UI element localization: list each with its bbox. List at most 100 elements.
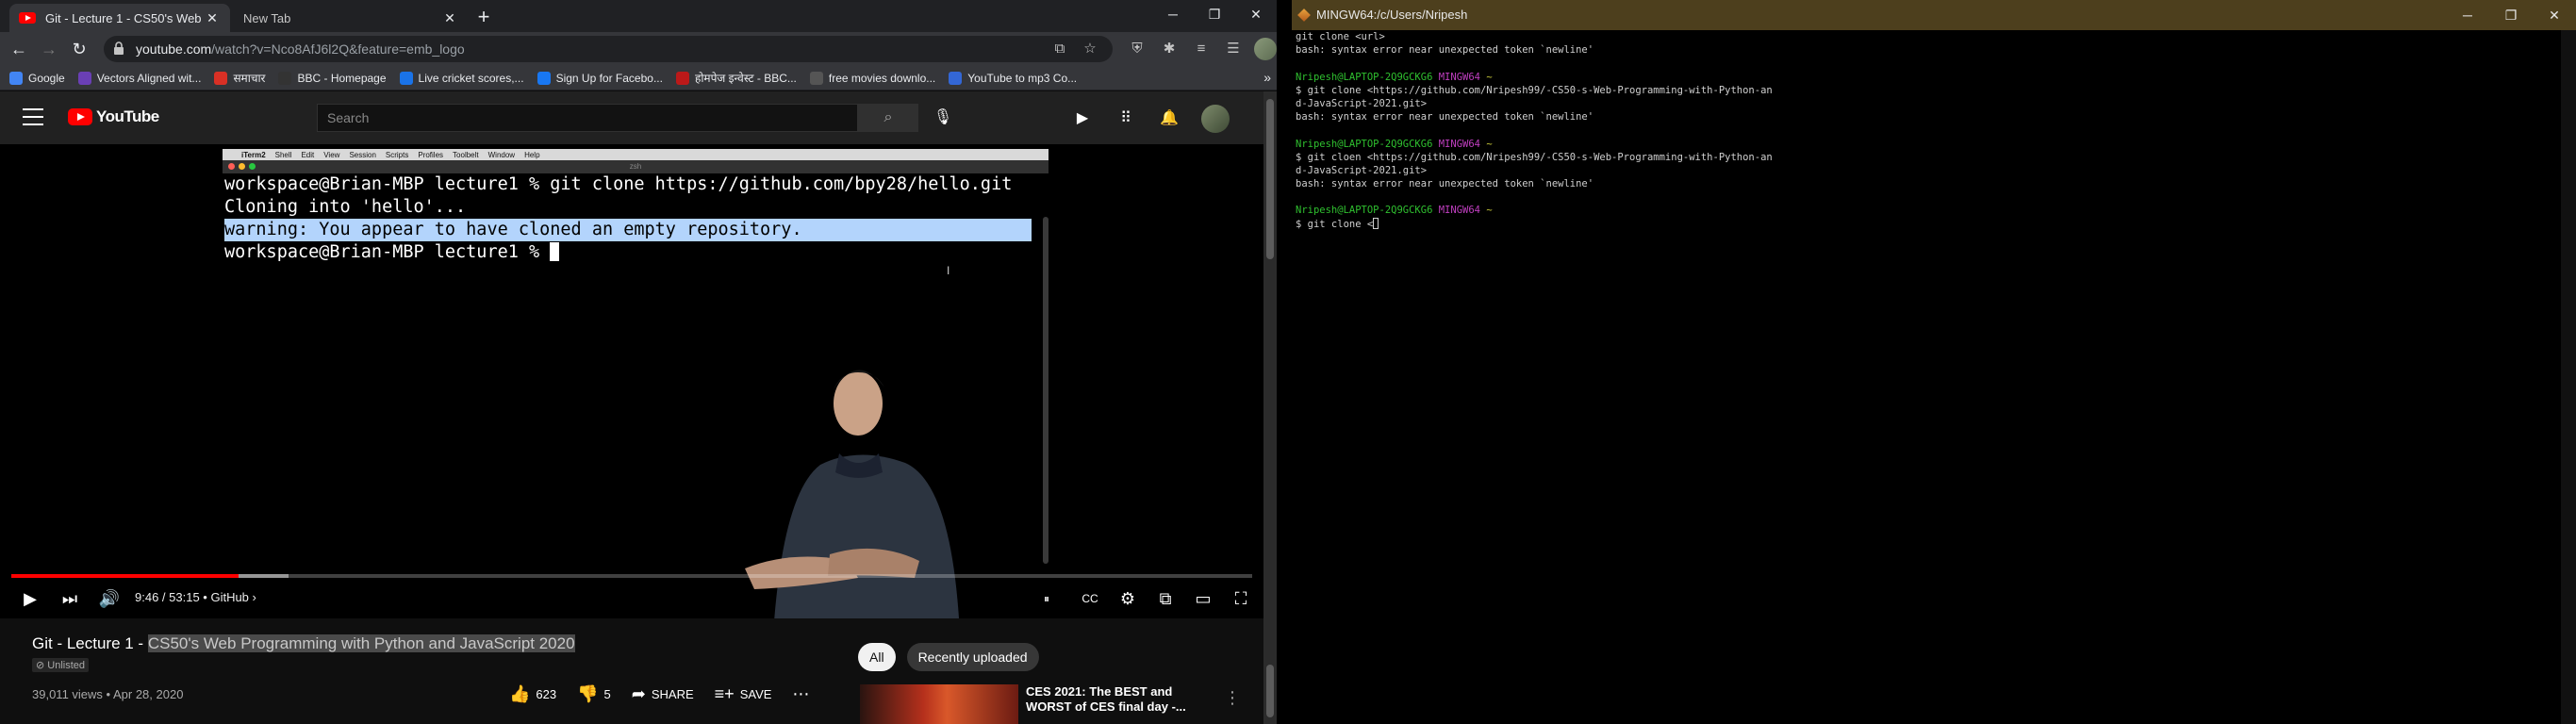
bookmarks-overflow-icon[interactable]: » — [1263, 70, 1271, 85]
save-button[interactable]: ≡+ SAVE — [715, 684, 772, 704]
next-video-icon[interactable]: ⏭ — [58, 587, 81, 610]
terminal-line: $ git clone < — [1296, 217, 2559, 231]
forward-icon[interactable]: → — [38, 38, 60, 60]
hamburger-menu-icon[interactable] — [23, 108, 43, 125]
back-icon[interactable]: ← — [8, 38, 30, 60]
omnibox-actions: ⧉ ☆ — [1050, 40, 1099, 58]
thumbs-down-icon: 👎 — [577, 684, 599, 703]
bookmark-favicon-icon — [9, 71, 23, 85]
settings-gear-icon[interactable]: ⚙ — [1116, 587, 1139, 610]
terminal-output: workspace@Brian-MBP lecture1 % git clone… — [223, 173, 1039, 264]
close-window-icon[interactable]: ✕ — [2533, 0, 2576, 30]
bookmark-item[interactable]: Live cricket scores,... — [399, 71, 524, 85]
bookmark-label: BBC - Homepage — [297, 71, 387, 85]
bookmark-label: होमपेज इन्वेस्ट - BBC... — [694, 72, 797, 85]
video-thumbnail[interactable] — [860, 684, 1018, 724]
voice-search-icon[interactable]: 🎙 — [932, 107, 954, 129]
bookmark-item[interactable]: BBC - Homepage — [278, 71, 387, 85]
terminal-line-highlighted: warning: You appear to have cloned an em… — [224, 219, 1032, 241]
dislike-button[interactable]: 👎 5 — [577, 684, 611, 704]
mac-menu-item: Toolbelt — [453, 150, 479, 159]
menu-extension-icon[interactable]: ☰ — [1222, 38, 1245, 60]
play-icon[interactable]: ▶ — [19, 587, 41, 610]
account-avatar[interactable] — [1201, 105, 1230, 133]
mingw-window-title: MINGW64:/c/Users/Nripesh — [1316, 8, 1468, 22]
recommendation-chips: All Recently uploaded — [858, 643, 1039, 671]
terminal-cursor — [550, 242, 560, 261]
open-external-icon[interactable]: ⧉ — [1050, 40, 1069, 58]
captions-icon[interactable]: CC — [1079, 587, 1101, 610]
video-title: Git - Lecture 1 - CS50's Web Programming… — [32, 634, 575, 652]
minimize-icon[interactable]: ─ — [2446, 0, 2489, 30]
new-tab-button[interactable]: + — [471, 6, 496, 30]
tab-youtube[interactable]: Git - Lecture 1 - CS50's Web Pro ✕ — [9, 4, 230, 32]
bookmark-item[interactable]: free movies downlo... — [809, 71, 935, 85]
address-bar[interactable]: youtube.com/watch?v=Nco8AfJ6l2Q&feature=… — [104, 36, 1113, 62]
bookmark-item[interactable]: समाचार — [214, 70, 265, 86]
fullscreen-icon[interactable]: ⛶ — [1230, 587, 1252, 610]
close-tab-icon[interactable]: ✕ — [441, 10, 458, 26]
youtube-logo[interactable]: YouTube — [68, 107, 159, 126]
tab-strip: Git - Lecture 1 - CS50's Web Pro ✕ New T… — [0, 0, 1277, 32]
toolbar-extensions: ⛨ ✱ ≡ ☰ ⋮ — [1126, 38, 1277, 60]
bookmark-item[interactable]: YouTube to mp3 Co... — [949, 71, 1077, 85]
profile-avatar[interactable] — [1254, 38, 1277, 60]
mac-menu-item: iTerm2 — [241, 150, 266, 159]
restore-icon[interactable]: ❐ — [1194, 0, 1235, 28]
bookmark-label: Google — [28, 71, 65, 85]
bookmark-favicon-icon — [278, 71, 292, 85]
bookmark-label: Sign Up for Facebo... — [555, 71, 663, 85]
progress-played — [11, 574, 239, 578]
apps-grid-icon[interactable]: ⠿ — [1115, 107, 1137, 130]
search-icon: ⌕ — [883, 109, 893, 125]
media-queue-icon[interactable]: ≡ — [1190, 38, 1213, 60]
create-video-icon[interactable]: ▶ — [1071, 107, 1094, 130]
theater-mode-icon[interactable]: ▭ — [1192, 587, 1214, 610]
bookmark-item[interactable]: Google — [9, 71, 65, 85]
tab-new-tab[interactable]: New Tab ✕ — [234, 4, 468, 32]
notifications-bell-icon[interactable]: 🔔 — [1158, 107, 1181, 130]
miniplayer-icon[interactable]: ⧉ — [1154, 587, 1177, 610]
chip-all[interactable]: All — [858, 643, 896, 671]
more-actions-icon[interactable]: ⋯ — [792, 684, 809, 704]
minimize-icon[interactable]: ─ — [1152, 0, 1194, 28]
recommended-video[interactable]: CES 2021: The BEST and WORST of CES fina… — [860, 684, 1241, 724]
like-button[interactable]: 👍 623 — [509, 684, 556, 704]
mac-menu-item: Edit — [301, 150, 315, 159]
puzzle-extensions-icon[interactable]: ✱ — [1158, 38, 1181, 60]
video-player[interactable]: iTerm2 Shell Edit View Session Scripts Profile… — [0, 144, 1263, 618]
video-progress-bar[interactable] — [11, 574, 1252, 578]
recommended-title[interactable]: CES 2021: The BEST and WORST of CES fina… — [1026, 684, 1211, 715]
close-window-icon[interactable]: ✕ — [1235, 0, 1277, 28]
bookmark-item[interactable]: Sign Up for Facebo... — [537, 71, 663, 85]
search-placeholder: Search — [327, 110, 370, 125]
page-scrollbar[interactable] — [1263, 91, 1277, 724]
reload-icon[interactable]: ↻ — [68, 38, 91, 60]
mingw-terminal-output[interactable]: git clone <url> bash: syntax error near u… — [1296, 30, 2559, 231]
chapter-link[interactable]: GitHub — [210, 590, 248, 604]
terminal-line: Nripesh@LAPTOP-2Q9GCKG6 MINGW64 ~ — [1296, 138, 1493, 150]
text-cursor-icon: I — [947, 264, 950, 277]
bookmark-star-icon[interactable]: ☆ — [1081, 40, 1099, 58]
terminal-scrollbar[interactable] — [2561, 30, 2576, 724]
restore-icon[interactable]: ❐ — [2489, 0, 2533, 30]
close-tab-icon[interactable]: ✕ — [204, 10, 221, 26]
mac-menu-item: Scripts — [385, 150, 409, 159]
bookmark-item[interactable]: होमपेज इन्वेस्ट - BBC... — [675, 70, 797, 86]
volume-icon[interactable]: 🔊 — [98, 587, 121, 610]
bookmark-favicon-icon — [214, 71, 228, 85]
share-button[interactable]: ➦ SHARE — [632, 684, 694, 704]
autoplay-toggle-icon[interactable]: ⏸ — [1035, 587, 1058, 610]
youtube-wordmark: YouTube — [96, 107, 159, 125]
more-options-icon[interactable]: ⋮ — [1224, 688, 1241, 708]
shield-extension-icon[interactable]: ⛨ — [1126, 38, 1148, 60]
search-button[interactable]: ⌕ — [858, 104, 918, 132]
bookmark-item[interactable]: Vectors Aligned wit... — [77, 71, 201, 85]
youtube-favicon-icon — [19, 12, 36, 24]
terminal-cursor — [1373, 217, 1379, 229]
terminal-scrollbar — [1043, 217, 1049, 564]
chip-recently-uploaded[interactable]: Recently uploaded — [906, 643, 1039, 671]
search-input[interactable]: Search — [317, 104, 858, 132]
views-and-date: 39,011 views • Apr 28, 2020 — [32, 687, 184, 701]
